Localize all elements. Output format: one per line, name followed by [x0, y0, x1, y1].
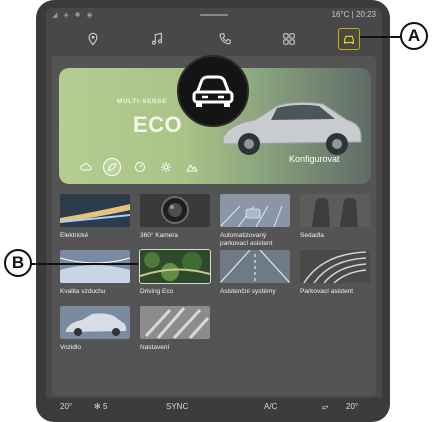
- car-front-icon: [192, 75, 234, 107]
- tile-label: Parkovací asistent: [300, 288, 354, 295]
- ac-button[interactable]: A/C: [264, 402, 277, 411]
- tile-thumbnail: [300, 250, 370, 283]
- tile-label: Kvalita vzduchu: [60, 288, 106, 295]
- mode-perso[interactable]: [157, 158, 175, 176]
- tile-thumbnail: [220, 194, 290, 227]
- vehicle-icon-zoom: [177, 55, 249, 127]
- tile-seats[interactable]: Sedadla: [300, 194, 370, 240]
- tile-label: 360° Kamera: [140, 232, 179, 239]
- tile-air-quality[interactable]: Kvalita vzduchu: [60, 250, 130, 296]
- tile-label: Sedadla: [300, 232, 324, 239]
- tile-settings[interactable]: Nastavení: [140, 306, 210, 352]
- location-pin-icon: [88, 32, 98, 46]
- tile-driving-eco[interactable]: Driving Eco: [139, 249, 211, 296]
- banner-subtitle: MULTI-SENSE: [117, 98, 168, 105]
- driving-eco-image: [140, 250, 210, 283]
- tile-thumbnail: [60, 194, 130, 227]
- tile-thumbnail: [220, 250, 290, 283]
- mode-comfort[interactable]: [77, 158, 95, 176]
- cloud-icon: [80, 163, 92, 171]
- drive-mode-selector: [77, 158, 207, 178]
- tile-electric[interactable]: Elektrické: [60, 194, 130, 240]
- seats-image: [300, 194, 370, 227]
- tile-label: Nastavení: [140, 344, 170, 351]
- nav-navigation[interactable]: [82, 28, 104, 50]
- mode-terrain[interactable]: [183, 158, 201, 176]
- music-note-icon: [151, 32, 163, 45]
- nav-vehicle[interactable]: [338, 28, 360, 50]
- tile-thumbnail: [139, 249, 211, 284]
- status-right: 16°C | 20:23: [331, 10, 376, 19]
- mode-eco[interactable]: [103, 158, 121, 176]
- nav-music[interactable]: [146, 28, 168, 50]
- top-navigation: [46, 24, 382, 54]
- tile-360-camera[interactable]: 360° Kamera: [140, 194, 210, 240]
- callout-a-leader: [360, 36, 402, 38]
- status-bar: ◢ ◈ ✱ ◉ 16°C | 20:23: [46, 8, 382, 22]
- nav-phone[interactable]: [214, 28, 236, 50]
- air-quality-image: [60, 250, 130, 283]
- tile-label: Elektrické: [60, 232, 89, 239]
- callout-b: B: [4, 249, 32, 277]
- callout-a: A: [400, 22, 428, 50]
- callout-b-leader: [30, 263, 138, 265]
- tile-label: Automatizovaný parkovací asistent: [220, 232, 273, 247]
- climate-bar: 20° ✻ 5 SYNC A/C ⥂ 20°: [46, 398, 382, 416]
- banner-title: ECO: [133, 112, 183, 137]
- temp-left[interactable]: 20°: [60, 402, 72, 411]
- eco-icon: [107, 162, 117, 172]
- assist-systems-image: [220, 250, 290, 283]
- parking-assist-image: [300, 250, 370, 283]
- car-icon: [344, 35, 354, 44]
- configure-link[interactable]: Konfigurovat: [289, 154, 340, 164]
- drag-handle[interactable]: [200, 14, 228, 16]
- tile-vehicle[interactable]: Vozidlo: [60, 306, 130, 352]
- clock: 20:23: [355, 10, 376, 19]
- tile-thumbnail: [60, 250, 130, 283]
- phone-icon: [219, 33, 231, 45]
- sync-button[interactable]: SYNC: [166, 402, 188, 411]
- temp-right[interactable]: 20°: [346, 402, 358, 411]
- mountain-icon: [186, 164, 198, 172]
- camera-image: [140, 194, 210, 227]
- mode-sport[interactable]: [131, 158, 149, 176]
- tile-thumbnail: [140, 306, 210, 339]
- gauge-icon: [135, 162, 145, 172]
- fan-speed[interactable]: ✻ 5: [94, 402, 107, 411]
- seat-heat-icon[interactable]: ⥂: [322, 402, 328, 412]
- parking-image: [220, 194, 290, 227]
- tile-assist-systems[interactable]: Asistenční systémy: [220, 250, 290, 296]
- tile-label: Asistenční systémy: [220, 288, 276, 295]
- tile-auto-parking[interactable]: Automatizovaný parkovací asistent: [220, 194, 290, 247]
- tile-label: Vozidlo: [60, 344, 81, 351]
- gear-icon: [161, 162, 171, 172]
- nav-apps[interactable]: [278, 28, 300, 50]
- tile-thumbnail: [140, 194, 210, 227]
- temperature-readout: 16°C: [331, 10, 350, 19]
- vehicle-image: [60, 306, 130, 339]
- electric-image: [60, 194, 130, 227]
- settings-image: [140, 306, 210, 339]
- tile-label: Driving Eco: [140, 288, 174, 295]
- tile-thumbnail: [60, 306, 130, 339]
- tile-parking-assist[interactable]: Parkovací asistent: [300, 250, 370, 296]
- apps-grid-icon: [283, 33, 295, 45]
- status-icons: ◢ ◈ ✱ ◉: [52, 12, 95, 19]
- tile-thumbnail: [300, 194, 370, 227]
